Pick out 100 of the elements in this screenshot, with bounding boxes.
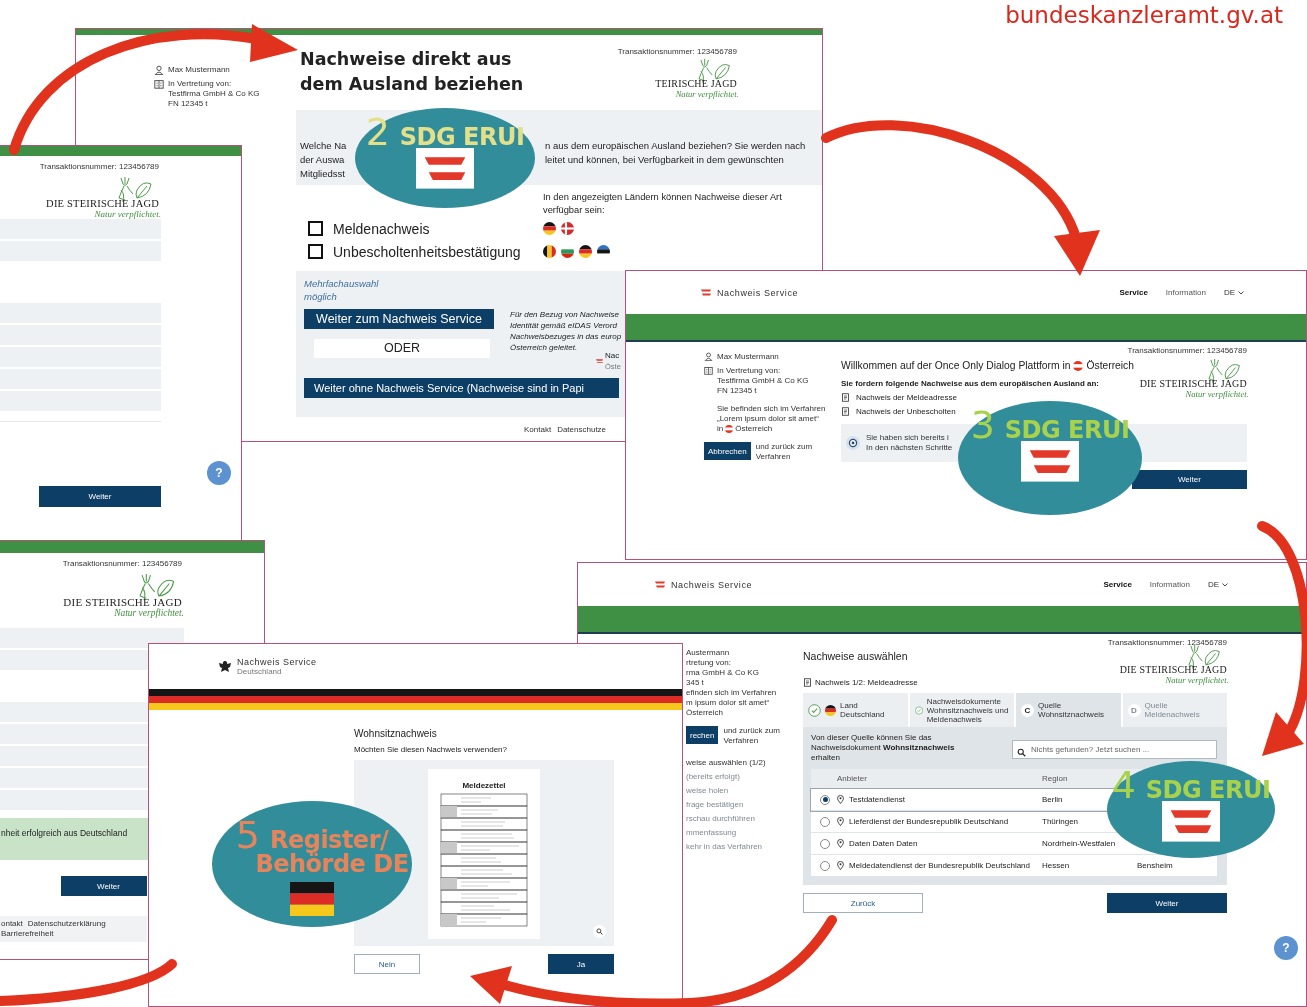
- logo-slogan: Natur verpflichtet.: [114, 607, 185, 619]
- cancel-button[interactable]: Abbrechen: [704, 442, 751, 460]
- footer-link[interactable]: Kontakt: [524, 425, 552, 435]
- table-cell-text: Thüringen: [1042, 817, 1080, 826]
- austria-logo-icon: [596, 358, 603, 364]
- info-text: In den nächsten Schritte: [866, 443, 953, 453]
- flag-icon: [579, 245, 592, 258]
- chevron-down-icon: [1222, 582, 1228, 587]
- next-button[interactable]: Weiter: [61, 876, 147, 896]
- location-pin-icon: [837, 795, 844, 804]
- austria-logo-icon: [655, 581, 665, 588]
- nav-link[interactable]: Service: [1119, 288, 1148, 297]
- nav-link[interactable]: Information: [1165, 288, 1206, 297]
- spinner-icon: [845, 435, 861, 451]
- footer-link[interactable]: Datenschutze: [557, 425, 607, 435]
- eidas-note: Für den Bezug von Nachweise: [510, 309, 620, 320]
- cancel-button[interactable]: rechen: [686, 726, 719, 744]
- transaction-number: Transaktionsnummer: 123456789: [39, 162, 159, 172]
- step-label: Meldenachweis: [1144, 710, 1200, 719]
- nachweis-service-button[interactable]: Weiter zum Nachweis Service: [304, 309, 494, 329]
- back-button[interactable]: Zurück: [803, 893, 923, 913]
- document-icon: [841, 407, 850, 416]
- cancel-note: und zurück zum Verfahren: [755, 442, 814, 462]
- austria-logo-icon: [1021, 441, 1079, 482]
- intro-text: Mitgliedsst: [300, 167, 346, 181]
- checkbox[interactable]: [308, 244, 323, 259]
- proof-label: Meldenachweis: [333, 220, 430, 237]
- eidas-note: Österreich geleitet.: [510, 342, 579, 353]
- user-name: Max Mustermann: [168, 65, 230, 75]
- user-info-text: efinden sich im Verfahren: [686, 688, 778, 698]
- paper-proof-button[interactable]: Weiter ohne Nachweis Service (Nachweise sind in Papi: [304, 378, 619, 398]
- radio-button[interactable]: [820, 860, 830, 871]
- logo-title: DIE STEIRISCHE JAGD: [46, 198, 159, 209]
- radio-button[interactable]: [820, 838, 830, 849]
- step-link[interactable]: weise auswählen (1/2): [686, 758, 803, 767]
- step-number: 5: [235, 815, 260, 855]
- building-icon: [704, 366, 713, 375]
- column-header: Anbieter: [837, 774, 868, 783]
- source-website: bundeskanzleramt.gv.at: [1005, 2, 1283, 28]
- countries-note: In den angezeigten Ländern können Nachweise dieser Art verfügbar sein:: [543, 191, 783, 217]
- radio-button[interactable]: [820, 794, 830, 805]
- next-button[interactable]: Weiter: [39, 486, 161, 507]
- transaction-number: Transaktionsnummer: 123456789: [617, 47, 737, 57]
- austria-logo-icon: [416, 148, 474, 189]
- zoom-button[interactable]: [593, 925, 606, 938]
- logo-slogan: Natur verpflichtet.: [1185, 389, 1249, 399]
- flag-icon: [725, 425, 734, 433]
- no-button[interactable]: Nein: [354, 954, 420, 974]
- flag-icon: [290, 882, 334, 916]
- checkbox[interactable]: [308, 221, 323, 236]
- step-marker: C: [1021, 703, 1034, 717]
- document-icon: [803, 678, 812, 687]
- footer-link[interactable]: Barrierefreiheit: [1, 929, 54, 939]
- footer-link[interactable]: ontakt: [1, 919, 23, 929]
- procedure-text: „Lorem ipsum dolor sit amet“: [717, 414, 820, 424]
- flag-icon: [825, 704, 836, 716]
- requested-proof: Nachweis der Unbescholten: [856, 407, 956, 416]
- step-caption: Land: [840, 701, 859, 710]
- procedure-text: Sie befinden sich im Verfahren: [717, 404, 827, 414]
- logo-slogan: Natur verpflichtet.: [675, 89, 739, 99]
- procedure-text: in: [717, 424, 724, 434]
- info-text: Sie haben sich bereits i: [866, 433, 950, 443]
- nav-link[interactable]: Information: [1149, 580, 1190, 589]
- service-country: Deutschland: [237, 667, 283, 676]
- eagle-icon: [217, 658, 233, 675]
- flag-icon: [1073, 360, 1084, 371]
- radio-button[interactable]: [820, 816, 830, 827]
- badge-label: SDG ERUI: [1145, 775, 1271, 805]
- next-button[interactable]: Weiter: [1107, 893, 1227, 913]
- footer-link[interactable]: Datenschutzerklärung: [27, 919, 106, 929]
- wizard-step[interactable]: Nachweisdokumente Wohnsitznachweis und Meldenachweis: [909, 693, 1014, 727]
- language-selector[interactable]: DE: [1207, 579, 1219, 590]
- logo-title: DIE STEIRISCHE JAGD: [63, 596, 182, 608]
- next-button[interactable]: Weiter: [1131, 470, 1247, 489]
- chevron-down-icon: [1238, 290, 1244, 295]
- page-title: Nachweise direkt aus dem Ausland beziehen: [300, 48, 525, 96]
- step-label: Wohnsitznachweis: [1038, 710, 1105, 719]
- language-selector[interactable]: DE: [1223, 287, 1235, 298]
- wizard-step[interactable]: Land Deutschland: [803, 693, 908, 727]
- badge-label: Register/: [269, 825, 389, 854]
- transaction-number: Transaktionsnummer: 123456789: [1127, 346, 1247, 356]
- document-title: Meldezettel: [462, 781, 506, 790]
- step-caption: Nachweisdokumente: [926, 696, 1002, 706]
- table-cell-text: Nordrhein-Westfalen: [1042, 839, 1117, 848]
- service-name: Nachweis Service: [671, 579, 753, 590]
- page-title: Willkommen auf der Once Only Dialog Plattform in: [841, 360, 1071, 371]
- requested-heading: Sie fordern folgende Nachweise aus dem europäischen Ausland an:: [841, 379, 1100, 388]
- austria-logo-icon: [1162, 801, 1220, 842]
- nav-link[interactable]: Service: [1103, 580, 1132, 589]
- building-icon: [154, 79, 164, 89]
- proof-label: Unbescholtenheitsbestätigung: [333, 243, 521, 260]
- eidas-note: Nachweisbezuges in das europ: [510, 331, 622, 342]
- yes-button[interactable]: Ja: [548, 954, 614, 974]
- company-name: Testfirma GmbH & Co KG: [168, 89, 260, 99]
- table-cell: Daten Daten Daten: [849, 839, 918, 848]
- question-text: Möchten Sie diesen Nachweis verwenden?: [354, 745, 508, 754]
- search-field[interactable]: Nichts gefunden? Jetzt suchen ...: [1012, 739, 1217, 759]
- austria-logo-icon: [701, 289, 711, 296]
- user-name: Max Mustermann: [717, 352, 779, 362]
- user-info-text: rma GmbH & Co KG: [686, 668, 760, 678]
